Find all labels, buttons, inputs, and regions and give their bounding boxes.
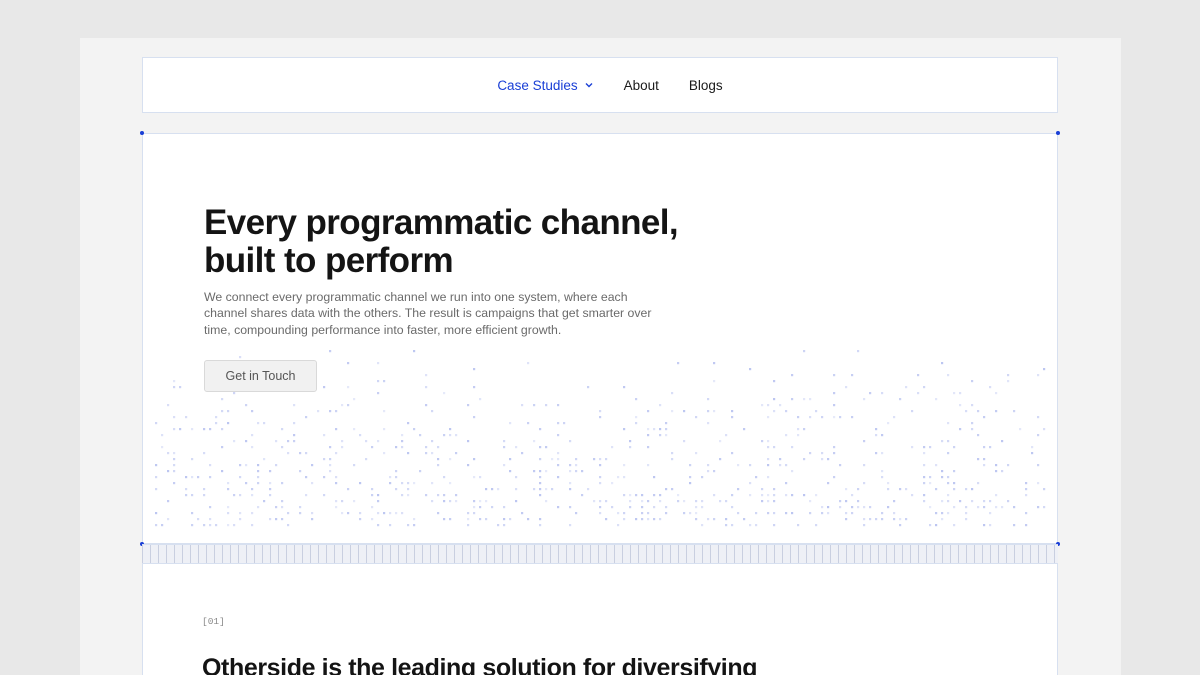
section-number: [01] bbox=[202, 616, 225, 627]
hero-title: Every programmatic channel, built to per… bbox=[204, 204, 704, 280]
nav-blogs[interactable]: Blogs bbox=[689, 78, 723, 93]
nav-case-studies[interactable]: Case Studies bbox=[497, 78, 593, 93]
nav-blogs-label: Blogs bbox=[688, 77, 723, 93]
nav-case-studies-label: Case Studies bbox=[497, 77, 578, 93]
corner-marker bbox=[140, 131, 144, 135]
hero-title-line-1: Every programmatic channel, bbox=[204, 203, 679, 242]
get-in-touch-button[interactable]: Get in Touch bbox=[204, 360, 317, 392]
dot-pattern-background bbox=[155, 350, 1046, 527]
top-navigation: Case Studies About Blogs bbox=[142, 57, 1058, 113]
chevron-down-icon bbox=[585, 83, 593, 88]
hero-description: We connect every programmatic channel we… bbox=[204, 290, 652, 337]
nav-about[interactable]: About bbox=[624, 78, 659, 93]
intro-section: [01] Otherside is the leading solution f… bbox=[142, 564, 1058, 675]
section-title: Otherside is the leading solution for di… bbox=[202, 654, 758, 675]
hero-title-line-2: built to perform bbox=[204, 241, 454, 280]
hero-section: Every programmatic channel, built to per… bbox=[142, 133, 1058, 544]
corner-marker bbox=[1056, 131, 1060, 135]
ruler-divider bbox=[142, 544, 1058, 564]
nav-about-label: About bbox=[623, 77, 659, 93]
